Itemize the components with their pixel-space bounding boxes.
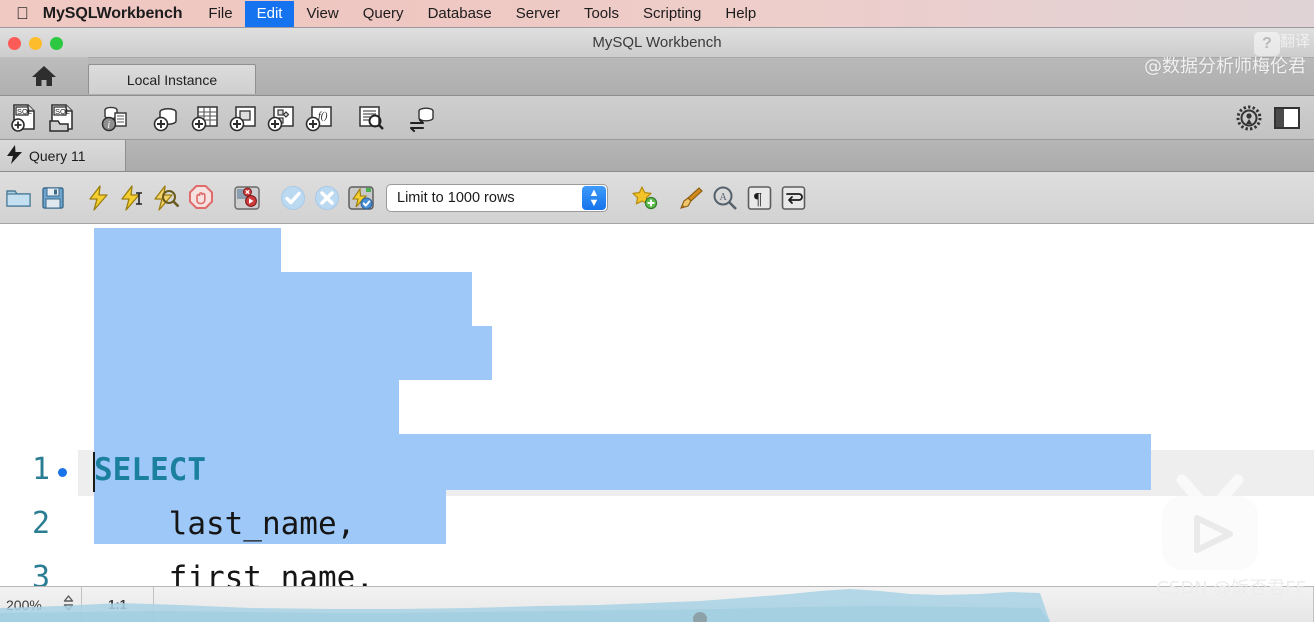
toggle-sidebar-icon[interactable] <box>1268 101 1306 135</box>
editor-code-area[interactable]: SELECT last_name, first_name, points, (p… <box>78 224 1314 586</box>
tab-query-11[interactable]: Query 11 <box>0 140 126 171</box>
code-line-1[interactable]: SELECT <box>94 452 206 488</box>
svg-text:SQL: SQL <box>55 107 70 116</box>
selection-block <box>94 272 472 326</box>
toggle-stop-on-error-button[interactable] <box>230 180 264 216</box>
row-limit-stepper[interactable]: ▲ ▼ <box>582 185 606 210</box>
save-snippet-button[interactable] <box>628 180 662 216</box>
tab-local-instance[interactable]: Local Instance <box>88 64 256 94</box>
chevron-down-icon: ▼ <box>588 196 600 209</box>
settings-gear-icon[interactable] <box>1230 101 1268 135</box>
bilibili-tv-logo-icon <box>1152 474 1268 580</box>
search-objects-icon[interactable] <box>352 101 390 135</box>
zoom-stepper-icon[interactable] <box>62 593 75 616</box>
code-token: SELECT <box>94 452 206 488</box>
selection-block <box>94 380 399 434</box>
main-toolbar: SQL SQL i f() <box>0 96 1314 140</box>
zoom-window-button[interactable] <box>50 37 63 50</box>
menu-item-tools[interactable]: Tools <box>572 1 631 27</box>
cursor-position-indicator: 1:1 <box>82 587 154 622</box>
sql-editor[interactable]: 1 2 3 4 5 6 7 SELECT last_name, first_na… <box>0 224 1314 586</box>
watermark-top-text: @数据分析师梅伦君 <box>1144 56 1306 77</box>
execute-current-statement-button[interactable] <box>116 180 150 216</box>
editor-gutter[interactable]: 1 2 3 4 5 6 7 <box>0 224 78 586</box>
editor-toolbar: Limit to 1000 rows ▲ ▼ A ¶ <box>0 172 1314 224</box>
apple-logo-icon[interactable]:  <box>0 5 43 22</box>
selection-block <box>94 228 281 272</box>
code-token: last_name, <box>94 506 356 542</box>
zoom-level-value: 200% <box>6 596 42 613</box>
open-script-button[interactable] <box>2 180 36 216</box>
status-bar: 200% 1:1 <box>0 586 1314 622</box>
menu-item-query[interactable]: Query <box>351 1 416 27</box>
watermark-bottom-text: CSDN @饭否君FF <box>1156 578 1306 599</box>
close-window-button[interactable] <box>8 37 21 50</box>
macos-menu-bar:  MySQLWorkbench File Edit View Query Da… <box>0 0 1314 28</box>
row-limit-select[interactable]: Limit to 1000 rows ▲ ▼ <box>386 183 608 212</box>
home-icon[interactable] <box>0 57 88 95</box>
create-view-icon[interactable] <box>224 101 262 135</box>
mysql-workbench-window:  MySQLWorkbench File Edit View Query Da… <box>0 0 1314 622</box>
selection-block <box>94 434 1151 490</box>
line-number: 3 <box>31 560 50 586</box>
find-button[interactable]: A <box>708 180 742 216</box>
menu-app-name[interactable]: MySQLWorkbench <box>43 5 197 23</box>
menu-item-database[interactable]: Database <box>416 1 504 27</box>
toggle-autocommit-button[interactable] <box>344 180 378 216</box>
rollback-button[interactable] <box>310 180 344 216</box>
reconnect-server-icon[interactable] <box>404 101 442 135</box>
svg-text:SQL: SQL <box>17 107 32 116</box>
lightning-bolt-icon <box>6 144 23 167</box>
svg-text:¶: ¶ <box>754 189 762 208</box>
minimize-window-button[interactable] <box>29 37 42 50</box>
text-caret <box>93 452 95 492</box>
menu-item-help[interactable]: Help <box>713 1 768 27</box>
toggle-invisible-chars-button[interactable]: ¶ <box>742 180 776 216</box>
commit-button[interactable] <box>276 180 310 216</box>
create-function-icon[interactable]: f() <box>300 101 338 135</box>
help-chip-label: ? <box>1262 35 1272 52</box>
code-line-3[interactable]: first_name, <box>94 560 374 586</box>
query-tab-strip: Query 11 <box>0 140 1314 172</box>
execute-statement-button[interactable] <box>82 180 116 216</box>
cursor-position-value: 1:1 <box>108 597 127 612</box>
stop-execution-button[interactable] <box>184 180 218 216</box>
window-title: MySQL Workbench <box>592 34 722 51</box>
save-script-button[interactable] <box>36 180 70 216</box>
server-info-icon[interactable]: i <box>96 101 134 135</box>
chevron-up-icon: ▲ <box>588 186 600 199</box>
connection-tab-strip: Local Instance <box>0 57 1314 96</box>
svg-text:A: A <box>720 192 728 203</box>
code-token: first_name, <box>94 560 374 586</box>
menu-item-scripting[interactable]: Scripting <box>631 1 713 27</box>
menu-item-view[interactable]: View <box>294 1 350 27</box>
create-routine-icon[interactable] <box>262 101 300 135</box>
statement-marker-icon <box>58 468 67 477</box>
zoom-level-control[interactable]: 200% <box>0 587 82 622</box>
beautify-query-button[interactable] <box>674 180 708 216</box>
menu-item-file[interactable]: File <box>196 1 244 27</box>
create-schema-icon[interactable] <box>148 101 186 135</box>
window-controls <box>8 37 63 50</box>
svg-text:f(): f() <box>318 111 328 122</box>
code-line-2[interactable]: last_name, <box>94 506 356 542</box>
menu-item-edit[interactable]: Edit <box>244 0 295 27</box>
selection-block <box>94 326 492 380</box>
create-table-icon[interactable] <box>186 101 224 135</box>
line-number: 1 <box>31 452 50 487</box>
explain-statement-button[interactable] <box>150 180 184 216</box>
line-number: 2 <box>31 506 50 541</box>
svg-text:i: i <box>107 120 110 131</box>
open-sql-file-icon[interactable]: SQL <box>44 101 82 135</box>
menu-item-server[interactable]: Server <box>504 1 572 27</box>
row-limit-value: Limit to 1000 rows <box>397 189 515 206</box>
toggle-word-wrap-button[interactable] <box>776 180 810 216</box>
new-sql-file-icon[interactable]: SQL <box>6 101 44 135</box>
status-message-area <box>154 587 1314 622</box>
window-title-bar: MySQL Workbench <box>0 28 1314 58</box>
tab-local-instance-label: Local Instance <box>126 71 218 88</box>
tab-query-11-label: Query 11 <box>29 147 86 164</box>
